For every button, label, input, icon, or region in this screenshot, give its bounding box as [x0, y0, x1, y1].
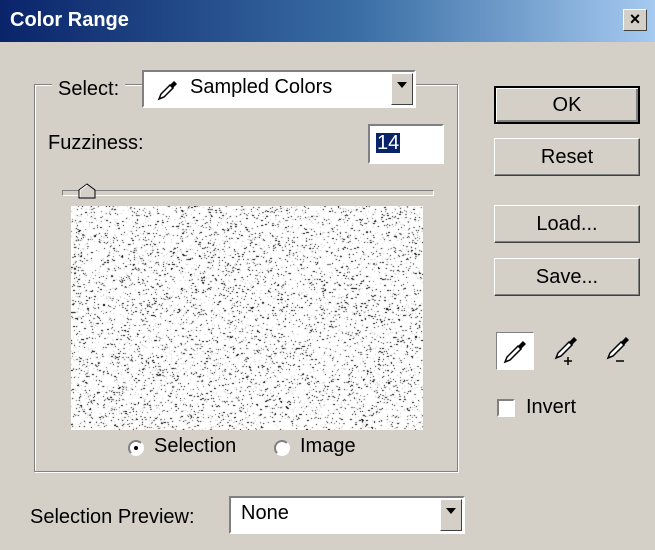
image-radio-label: Image [300, 435, 356, 457]
selection-preview-canvas [71, 206, 423, 430]
selection-preview-image [71, 206, 423, 430]
selection-preview-value: None [241, 502, 289, 524]
save-button[interactable]: Save... [494, 258, 640, 296]
invert-checkbox[interactable] [497, 399, 515, 417]
fuzziness-value: 14 [376, 132, 401, 154]
eyedropper-tool[interactable] [496, 332, 534, 370]
title-bar: Color Range × [0, 0, 655, 42]
select-dropdown-button[interactable] [391, 73, 413, 105]
fuzziness-slider-track[interactable] [62, 190, 434, 196]
eyedropper-icon [157, 81, 177, 101]
select-label: Select: [58, 78, 120, 100]
fuzziness-input[interactable]: 14 [368, 124, 444, 164]
selection-preview-dropdown[interactable]: None [229, 496, 465, 534]
image-radio[interactable] [274, 440, 290, 456]
selection-preview-dropdown-button[interactable] [440, 499, 462, 531]
selection-radio[interactable] [128, 440, 144, 456]
eyedropper-icon [503, 341, 526, 364]
eyedropper-minus-icon [606, 337, 629, 362]
close-button[interactable]: × [623, 9, 647, 31]
eyedropper-plus-icon [554, 337, 577, 365]
window-title: Color Range [10, 9, 129, 31]
subtract-from-sample-tool[interactable] [600, 332, 638, 370]
add-to-sample-tool[interactable] [548, 332, 586, 370]
reset-button[interactable]: Reset [494, 138, 640, 176]
fuzziness-label: Fuzziness: [48, 132, 144, 154]
invert-label: Invert [526, 396, 577, 418]
load-button[interactable]: Load... [494, 205, 640, 243]
select-label-wrap: Select: [52, 72, 126, 106]
select-value: Sampled Colors [190, 76, 333, 98]
selection-preview-label: Selection Preview: [30, 506, 195, 528]
ok-button[interactable]: OK [494, 86, 640, 124]
fuzziness-slider-thumb[interactable] [78, 183, 96, 199]
selection-radio-label: Selection [154, 435, 237, 457]
select-dropdown[interactable]: Sampled Colors [142, 70, 416, 108]
